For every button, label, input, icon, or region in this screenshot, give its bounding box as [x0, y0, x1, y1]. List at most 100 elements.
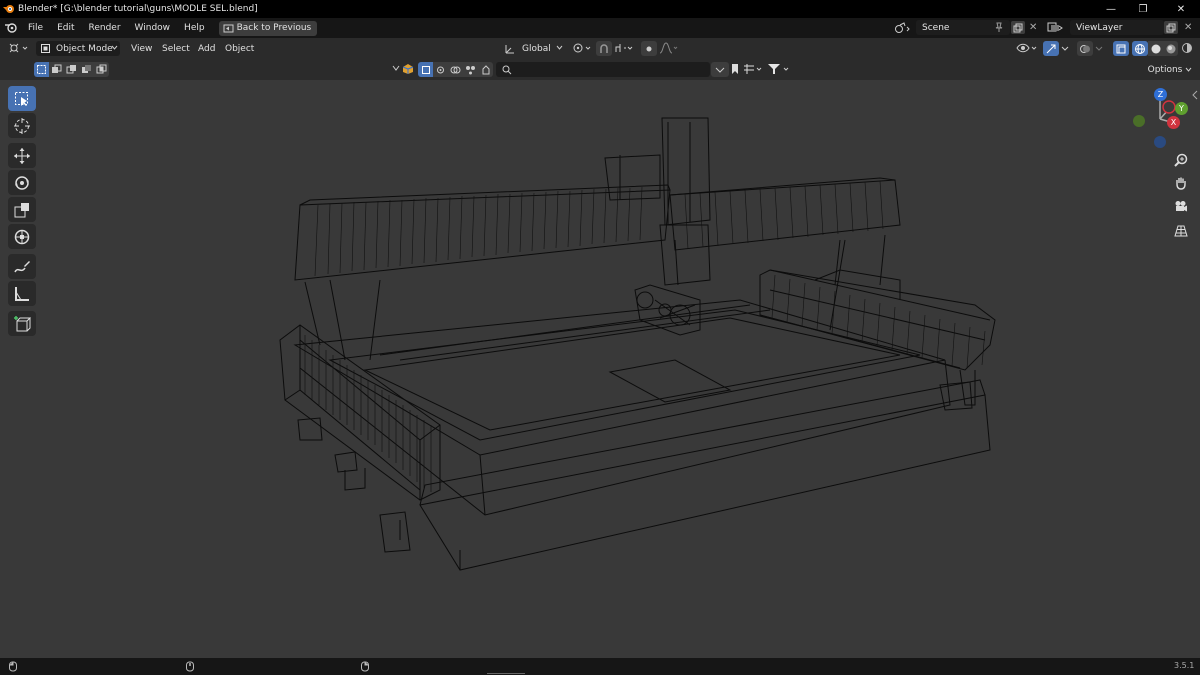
other-filter-icon[interactable] [478, 62, 493, 77]
move-icon [13, 147, 31, 165]
minimize-button[interactable]: — [1096, 0, 1126, 18]
scene-icon[interactable] [894, 22, 910, 34]
delete-viewlayer-icon[interactable]: ✕ [1184, 22, 1192, 33]
status-bar: 3.5.1 [0, 658, 1200, 675]
version-label: 3.5.1 [1174, 661, 1195, 670]
wireframe-shading-icon[interactable] [1132, 41, 1148, 56]
empty-filter-icon[interactable] [463, 62, 478, 77]
material-shading-icon[interactable] [1163, 41, 1178, 56]
wireframe-model[interactable] [0, 80, 1200, 658]
bookmark-icon[interactable] [730, 63, 740, 75]
window-title: Blender* [G:\blender tutorial\guns\MODLE… [18, 4, 258, 14]
viewport-header: Object Mode View Select Add Object Globa… [0, 38, 1200, 59]
search-field[interactable] [496, 62, 710, 77]
menu-file[interactable]: File [28, 23, 43, 33]
measure-tool[interactable] [8, 281, 36, 306]
gizmo-x-axis[interactable]: X [1167, 116, 1180, 129]
zoom-button[interactable] [1170, 149, 1192, 171]
object-mode-icon [40, 43, 51, 54]
selection-mode-group [34, 62, 110, 77]
object-type-filter-group [418, 62, 494, 77]
solid-shading-icon[interactable] [1148, 41, 1163, 56]
perspective-toggle-button[interactable] [1170, 220, 1192, 242]
back-icon [223, 23, 234, 34]
pan-button[interactable] [1170, 172, 1192, 194]
add-cube-icon [13, 315, 31, 333]
transform-orientation-selector[interactable]: Global [504, 41, 564, 56]
viewlayer-field[interactable]: ViewLayer [1070, 20, 1164, 35]
camera-filter-icon[interactable] [433, 62, 448, 77]
gizmo-dropdown-icon[interactable] [1060, 41, 1070, 55]
xray-toggle-icon[interactable] [1113, 41, 1129, 56]
select-subtract-icon[interactable] [64, 62, 79, 77]
menu-select[interactable]: Select [162, 41, 190, 56]
select-invert-icon[interactable] [79, 62, 94, 77]
cursor-tool[interactable] [8, 113, 36, 138]
menu-add[interactable]: Add [198, 41, 215, 56]
viewlayer-icon[interactable] [1047, 21, 1063, 33]
resize-handle[interactable] [487, 673, 525, 674]
visibility-selectability-icon[interactable] [1015, 41, 1039, 55]
overlays-dropdown-icon[interactable] [1094, 41, 1104, 55]
move-tool[interactable] [8, 143, 36, 168]
close-button[interactable]: ✕ [1166, 0, 1196, 18]
new-scene-icon[interactable] [1011, 21, 1025, 34]
menu-edit[interactable]: Edit [57, 23, 74, 33]
select-new-icon[interactable] [34, 62, 49, 77]
maximize-button[interactable]: ❐ [1128, 0, 1158, 18]
grid-options-icon[interactable] [743, 63, 763, 75]
pin-icon[interactable] [994, 22, 1004, 33]
snap-target-icon[interactable] [614, 41, 636, 55]
camera-icon [1174, 200, 1188, 214]
gizmo-y-axis[interactable]: Y [1175, 102, 1188, 115]
chevron-down-icon[interactable] [392, 64, 400, 72]
options-button[interactable]: Options [1144, 62, 1196, 77]
menu-object[interactable]: Object [225, 41, 254, 56]
select-box-tool[interactable] [8, 86, 36, 111]
chevron-down-icon [111, 44, 118, 51]
snap-toggle-icon[interactable] [596, 41, 612, 56]
proportional-editing-icon[interactable] [641, 41, 657, 56]
filter-icon[interactable] [767, 62, 793, 76]
camera-view-button[interactable] [1170, 196, 1192, 218]
gizmo-toggle-icon[interactable] [1043, 41, 1059, 56]
object-types-icon[interactable] [402, 63, 414, 75]
rendered-shading-icon[interactable] [1180, 41, 1194, 55]
chevron-down-icon [556, 44, 563, 51]
mode-selector[interactable]: Object Mode [36, 41, 120, 56]
top-menu-bar: File Edit Render Window Help Back to Pre… [0, 18, 1200, 38]
blender-logo-icon [3, 3, 15, 15]
transform-tool[interactable] [8, 224, 36, 249]
mesh-filter-icon[interactable] [418, 62, 433, 77]
pivot-point-icon[interactable] [571, 41, 593, 55]
falloff-icon[interactable] [659, 41, 679, 55]
measure-icon [13, 285, 31, 303]
editor-type-icon[interactable] [8, 41, 30, 55]
mouse-left-icon [8, 661, 18, 672]
annotate-icon [13, 258, 31, 276]
menu-help[interactable]: Help [184, 23, 205, 33]
annotate-tool[interactable] [8, 254, 36, 279]
menu-window[interactable]: Window [135, 23, 171, 33]
search-icon [502, 65, 512, 75]
rotate-tool[interactable] [8, 170, 36, 195]
viewport-subheader: Options [0, 59, 1200, 80]
add-cube-tool[interactable] [8, 311, 36, 336]
overlays-icon[interactable] [1077, 41, 1093, 56]
sidebar-toggle-icon[interactable] [1192, 90, 1198, 100]
menu-render[interactable]: Render [89, 23, 121, 33]
back-to-previous-button[interactable]: Back to Previous [218, 20, 318, 36]
scale-tool[interactable] [8, 197, 36, 222]
orientation-icon [504, 43, 516, 55]
3d-viewport[interactable]: Z Y X [0, 80, 1200, 658]
light-filter-icon[interactable] [448, 62, 463, 77]
select-extend-icon[interactable] [49, 62, 64, 77]
gizmo-z-axis[interactable]: Z [1154, 88, 1167, 101]
filter-invert-icon[interactable] [711, 62, 729, 77]
new-viewlayer-icon[interactable] [1164, 21, 1178, 34]
select-intersect-icon[interactable] [94, 62, 109, 77]
blender-menu-icon[interactable] [4, 22, 18, 34]
gizmo-z-label: Z [1157, 90, 1164, 99]
menu-view[interactable]: View [131, 41, 152, 56]
delete-scene-icon[interactable]: ✕ [1029, 22, 1037, 33]
